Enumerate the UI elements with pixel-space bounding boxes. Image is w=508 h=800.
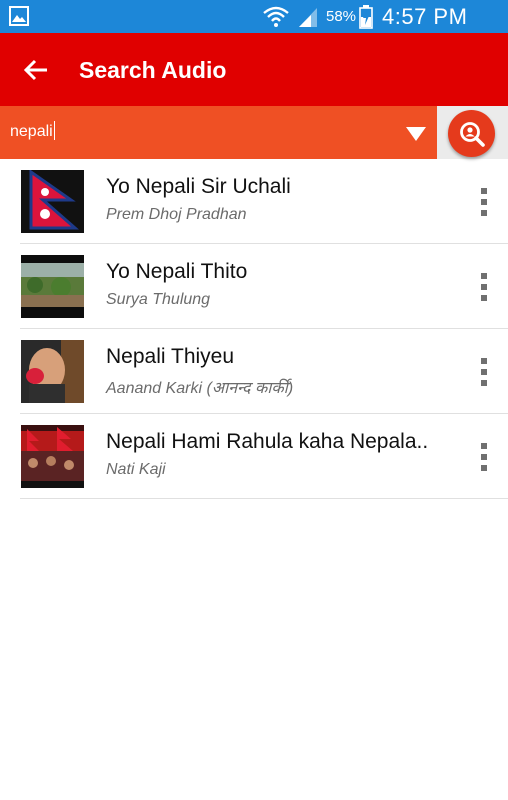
text-cursor [53,121,55,140]
search-input[interactable]: nepali [0,106,437,159]
divider [20,328,508,329]
wifi-icon [263,6,289,27]
list-item[interactable]: Nepali Hami Rahula kaha Nepala.. Nati Ka… [0,415,508,499]
triangle-down-icon[interactable] [405,126,427,142]
nepal-flag-thumbnail [21,170,84,233]
list-item[interactable]: Yo Nepali Sir Uchali Prem Dhoj Pradhan [0,160,508,244]
track-title: Nepali Hami Rahula kaha Nepala.. [106,430,429,453]
arrow-left-icon [23,59,47,81]
more-vertical-icon[interactable] [472,441,496,473]
divider [20,243,508,244]
search-button[interactable] [448,110,495,157]
gallery-icon [9,6,29,26]
list-item[interactable]: Yo Nepali Thito Surya Thulung [0,245,508,329]
track-title: Yo Nepali Sir Uchali [106,175,291,198]
divider [20,498,508,499]
status-bar: 58% 4:57 PM [0,0,508,33]
face-thumbnail [21,340,84,403]
divider [20,413,508,414]
more-vertical-icon[interactable] [472,186,496,218]
back-button[interactable] [18,52,54,88]
clock: 4:57 PM [382,4,468,29]
track-artist: Prem Dhoj Pradhan [106,206,247,223]
track-artist: Surya Thulung [106,291,211,308]
track-artist: Nati Kaji [106,461,166,478]
battery-percent: 58% [326,8,357,25]
more-vertical-icon[interactable] [472,271,496,303]
page-title: Search Audio [79,57,227,83]
track-artist: Aanand Karki (आनन्द कार्की) [106,380,294,397]
search-person-icon [459,121,485,147]
crowd-flags-thumbnail [21,425,84,488]
search-input-text: nepali [10,123,53,140]
search-bar: nepali [0,106,508,159]
more-vertical-icon[interactable] [472,356,496,388]
track-title: Nepali Thiyeu [106,345,235,368]
battery-charging-icon [359,5,373,29]
app-bar: Search Audio [0,33,508,106]
signal-icon [299,8,317,27]
list-item[interactable]: Nepali Thiyeu Aanand Karki (आनन्द कार्की… [0,330,508,414]
landscape-thumbnail [21,255,84,318]
track-title: Yo Nepali Thito [106,260,248,283]
